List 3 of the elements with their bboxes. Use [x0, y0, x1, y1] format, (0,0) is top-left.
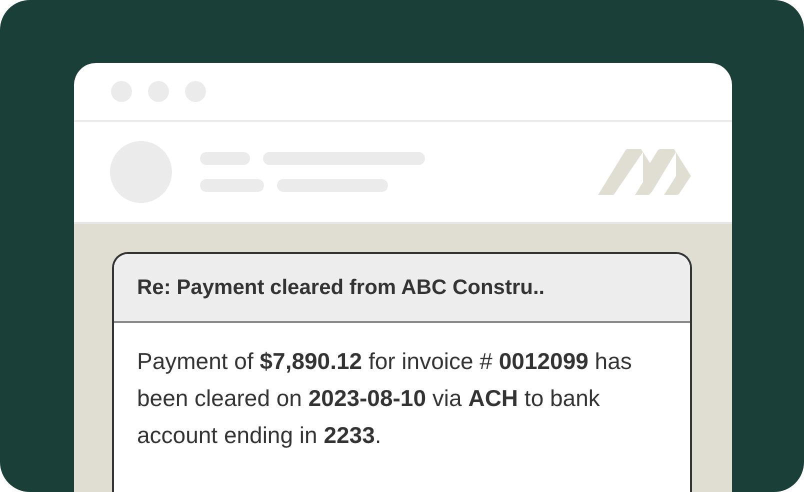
logo-icon: [598, 149, 692, 195]
message-subject: Re: Payment cleared from ABC Constru..: [114, 254, 690, 323]
message-body: Payment of $7,890.12 for invoice # 0012099 has been cleared on 2023-08-10 via ACH to bank account ending in 2233.: [136, 347, 633, 450]
